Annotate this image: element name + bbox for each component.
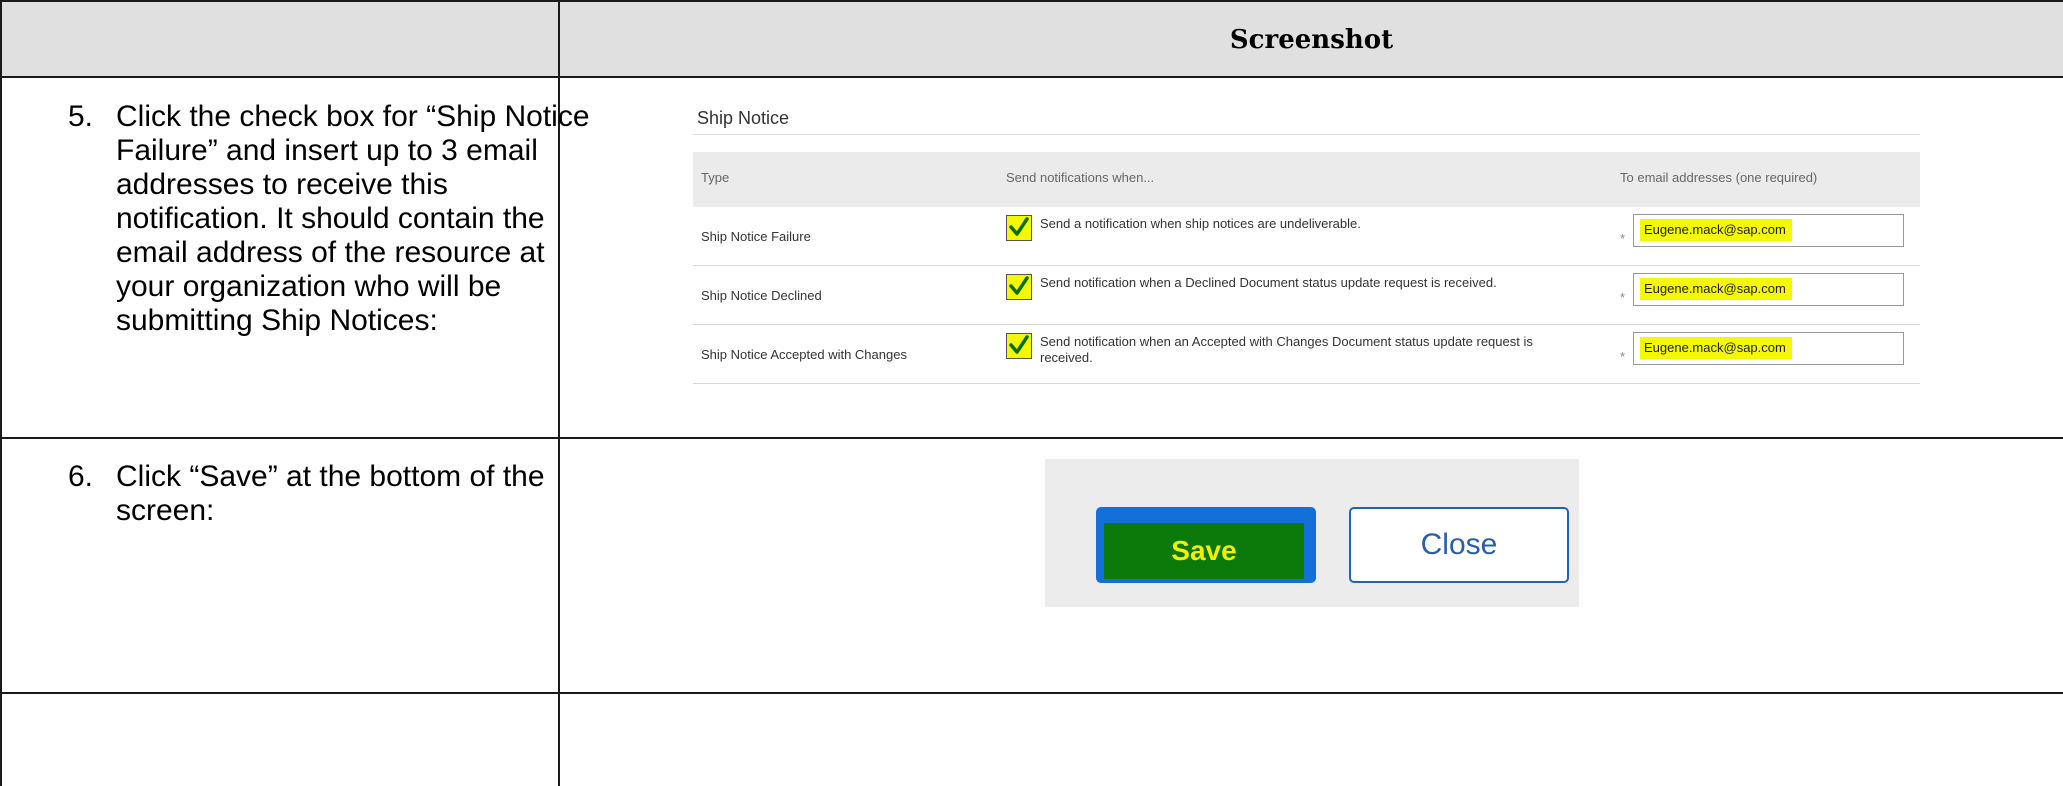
save-button-label: Save xyxy=(1104,523,1304,579)
email-value: Eugene.mack@sap.com xyxy=(1640,337,1792,359)
column-header-email: To email addresses (one required) xyxy=(1620,170,1818,185)
ship-notice-title: Ship Notice xyxy=(697,108,790,128)
step-number: 6. xyxy=(68,460,94,493)
notify-checkbox[interactable] xyxy=(1006,215,1032,241)
ship-notice-screenshot: Ship Notice Type Send notifications when… xyxy=(693,100,1920,390)
step-number: 5. xyxy=(68,100,94,133)
notification-type: Ship Notice Failure xyxy=(701,229,811,244)
checkmark-icon xyxy=(1009,276,1029,295)
save-close-screenshot: Save Close xyxy=(1045,459,1579,607)
table-row: Ship Notice Accepted with Changes Send n… xyxy=(693,325,1920,384)
border-top xyxy=(0,0,2063,2)
save-button[interactable]: Save xyxy=(1096,507,1316,583)
notification-type: Ship Notice Accepted with Changes xyxy=(701,347,907,362)
required-mark: * xyxy=(1620,349,1626,364)
column-header-send: Send notifications when... xyxy=(1006,170,1155,185)
email-value: Eugene.mack@sap.com xyxy=(1640,278,1792,300)
required-mark: * xyxy=(1620,231,1626,246)
ship-notice-table-header: Type Send notifications when... To email… xyxy=(693,152,1920,207)
notification-description: Send a notification when ship notices ar… xyxy=(1040,216,1361,231)
notify-checkbox[interactable] xyxy=(1006,333,1032,359)
divider xyxy=(693,134,1920,135)
checkmark-icon xyxy=(1009,335,1029,354)
required-mark: * xyxy=(1620,290,1626,305)
row-divider xyxy=(0,692,2063,694)
email-field[interactable]: Eugene.mack@sap.com xyxy=(1633,273,1904,306)
notification-description: Send notification when a Declined Docume… xyxy=(1040,275,1497,290)
email-field[interactable]: Eugene.mack@sap.com xyxy=(1633,332,1904,365)
column-header-screenshot: Screenshot xyxy=(1229,24,1394,55)
email-field[interactable]: Eugene.mack@sap.com xyxy=(1633,214,1904,247)
row-divider xyxy=(0,437,2063,439)
checkmark-icon xyxy=(1009,217,1029,236)
step-text: Click the check box for “Ship Notice Fai… xyxy=(116,100,590,337)
close-button[interactable]: Close xyxy=(1349,507,1569,583)
notify-checkbox[interactable] xyxy=(1006,274,1032,300)
border-left xyxy=(0,0,2,786)
instruction-table: Screenshot 5. Click the check box for “S… xyxy=(0,0,2063,786)
step-text: Click “Save” at the bottom of the screen… xyxy=(116,460,545,527)
row-divider xyxy=(0,76,2063,78)
column-header-type: Type xyxy=(701,170,730,185)
notification-type: Ship Notice Declined xyxy=(701,288,822,303)
table-row: Ship Notice Declined Send notification w… xyxy=(693,266,1920,325)
notification-description: Send notification when an Accepted with … xyxy=(1040,334,1533,365)
email-value: Eugene.mack@sap.com xyxy=(1640,219,1792,241)
table-row: Ship Notice Failure Send a notification … xyxy=(693,207,1920,266)
